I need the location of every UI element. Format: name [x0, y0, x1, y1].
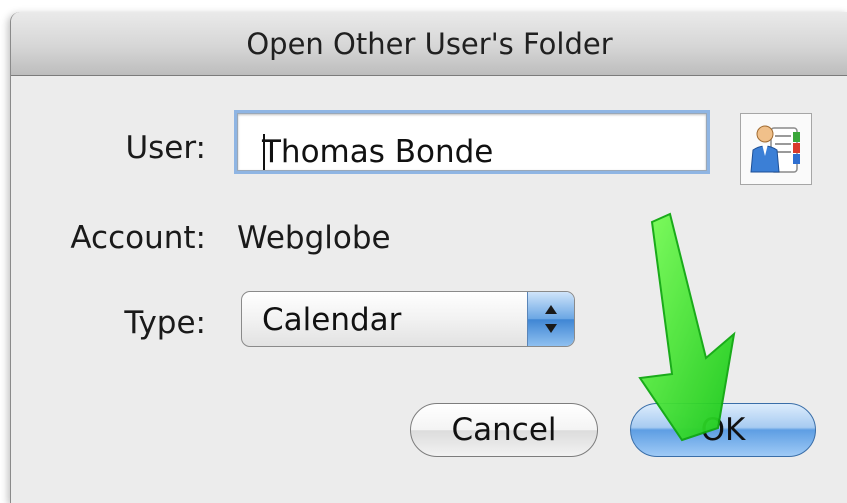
account-value: Webglobe: [237, 220, 391, 256]
open-other-users-folder-dialog: Open Other User's Folder User: Thomas Bo…: [10, 12, 847, 503]
type-select[interactable]: Calendar: [241, 291, 575, 347]
type-label: Type:: [124, 305, 206, 341]
ok-button[interactable]: OK: [630, 403, 816, 457]
updown-arrows-icon: [545, 305, 557, 333]
text-caret: [263, 134, 265, 170]
account-label: Account:: [70, 220, 206, 256]
address-book-icon: [750, 125, 800, 173]
cancel-button[interactable]: Cancel: [410, 403, 598, 457]
dialog-title: Open Other User's Folder: [246, 27, 613, 61]
title-bar[interactable]: Open Other User's Folder: [11, 12, 847, 76]
type-select-value: Calendar: [262, 302, 402, 338]
user-input-value: Thomas Bonde: [262, 134, 494, 170]
user-label: User:: [125, 130, 206, 166]
user-input[interactable]: Thomas Bonde: [237, 113, 707, 171]
select-stepper[interactable]: [527, 292, 574, 346]
address-book-button[interactable]: [740, 113, 812, 185]
